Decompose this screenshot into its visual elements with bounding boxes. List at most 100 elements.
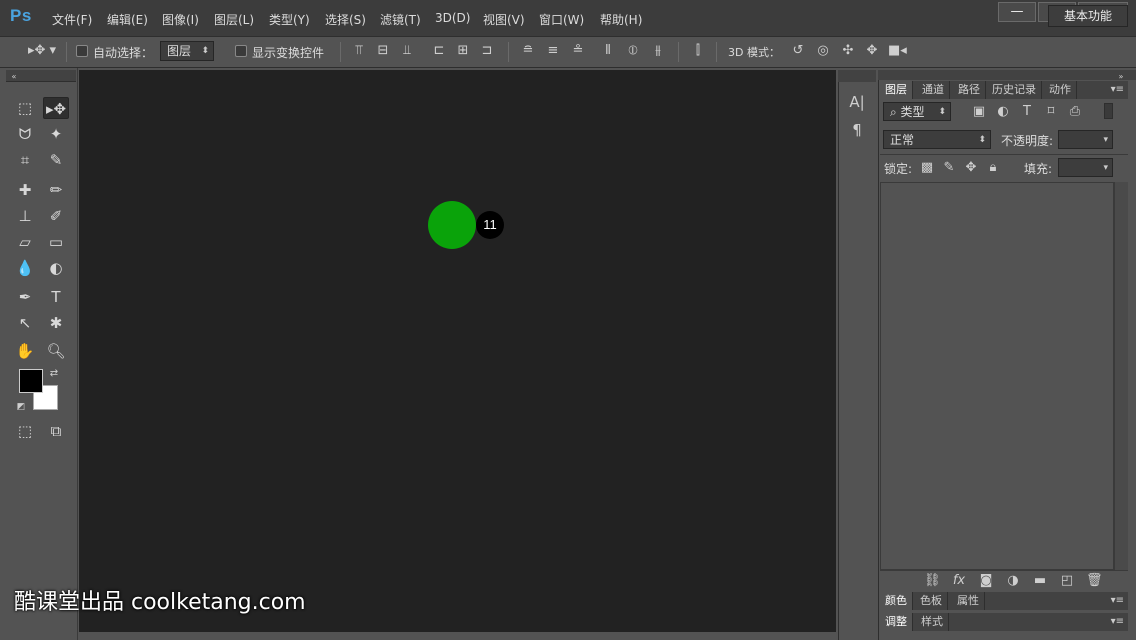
opacity-field[interactable]: ▾: [1058, 130, 1113, 149]
menu-3d[interactable]: 3D(D): [435, 11, 470, 25]
distribute-hcenter-icon[interactable]: ⦶: [625, 44, 641, 58]
shape-tool-icon[interactable]: ✱: [43, 312, 69, 334]
dodge-tool-icon[interactable]: ◐: [43, 257, 69, 279]
lock-image-icon[interactable]: ✎: [942, 161, 956, 175]
history-brush-tool-icon[interactable]: ✐: [43, 205, 69, 227]
tab-properties[interactable]: 属性: [952, 592, 985, 610]
panel-menu-icon[interactable]: ▾≡: [1111, 592, 1124, 610]
tab-layers[interactable]: 图层: [880, 81, 913, 99]
default-colors-icon[interactable]: ◩: [15, 400, 27, 414]
new-group-icon[interactable]: ▬: [1032, 574, 1048, 588]
fill-field[interactable]: ▾: [1058, 158, 1113, 177]
3d-drag-icon[interactable]: ✣: [840, 44, 856, 58]
tab-channels[interactable]: 通道: [917, 81, 950, 99]
pen-tool-icon[interactable]: ✒: [12, 286, 38, 308]
collapsed-dock-header[interactable]: [838, 70, 876, 82]
paragraph-panel-icon[interactable]: ¶: [848, 123, 866, 138]
menu-select[interactable]: 选择(S): [325, 11, 366, 28]
menu-image[interactable]: 图像(I): [162, 11, 199, 28]
add-mask-icon[interactable]: ◙: [978, 574, 994, 588]
right-dock-header[interactable]: [878, 70, 1136, 80]
menu-filter[interactable]: 滤镜(T): [380, 11, 421, 28]
layer-style-fx-icon[interactable]: fx: [951, 574, 967, 588]
menu-help[interactable]: 帮助(H): [600, 11, 642, 28]
healing-brush-tool-icon[interactable]: ✚: [12, 179, 38, 201]
tab-history[interactable]: 历史记录: [987, 81, 1042, 99]
lock-position-icon[interactable]: ✥: [964, 161, 978, 175]
marquee-tool-icon[interactable]: ⬚: [12, 97, 38, 119]
quick-mask-icon[interactable]: ⬚: [12, 420, 38, 442]
blur-tool-icon[interactable]: 💧: [12, 257, 38, 279]
align-right-icon[interactable]: ⊐: [480, 44, 494, 58]
lasso-tool-icon[interactable]: ᗢ: [12, 123, 38, 145]
menu-window[interactable]: 窗口(W): [539, 11, 584, 28]
filter-smartobject-icon[interactable]: ⎙: [1068, 105, 1082, 119]
layers-scrollbar[interactable]: [1114, 182, 1128, 570]
type-tool-icon[interactable]: T: [43, 286, 69, 308]
distribute-top-icon[interactable]: ≘: [520, 44, 536, 58]
distribute-left-icon[interactable]: ⫴: [600, 44, 616, 58]
show-transform-checkbox[interactable]: [235, 45, 247, 57]
align-top-icon[interactable]: ⫪: [352, 44, 366, 58]
collapse-arrows-icon[interactable]: «: [8, 70, 20, 84]
tab-swatches[interactable]: 色板: [915, 592, 948, 610]
workspace-button[interactable]: 基本功能: [1048, 5, 1128, 27]
link-layers-icon[interactable]: ⛓: [924, 574, 941, 588]
new-adjustment-layer-icon[interactable]: ◑: [1005, 574, 1021, 588]
align-bottom-icon[interactable]: ⫫: [400, 44, 414, 58]
3d-rotate-icon[interactable]: ↺: [790, 44, 806, 58]
align-left-icon[interactable]: ⊏: [432, 44, 446, 58]
screen-mode-icon[interactable]: ⧉: [43, 420, 69, 442]
3d-scale-icon[interactable]: ■◂: [888, 44, 907, 58]
panel-menu-icon[interactable]: ▾≡: [1111, 81, 1124, 99]
minimize-button[interactable]: —: [998, 2, 1036, 22]
layers-list[interactable]: [880, 182, 1114, 570]
distribute-vcenter-icon[interactable]: ≡: [545, 44, 561, 58]
menu-file[interactable]: 文件(F): [52, 11, 92, 28]
align-vcenter-icon[interactable]: ⊟: [376, 44, 390, 58]
move-tool-icon[interactable]: ▸✥: [43, 97, 69, 119]
align-hcenter-icon[interactable]: ⊞: [456, 44, 470, 58]
move-tool-preset-icon[interactable]: ▸✥ ▾: [26, 44, 58, 58]
auto-align-icon[interactable]: ⫿: [690, 44, 706, 58]
menu-view[interactable]: 视图(V): [483, 11, 525, 28]
3d-slide-icon[interactable]: ✥: [864, 44, 880, 58]
filter-shape-icon[interactable]: ⌑: [1044, 105, 1058, 119]
foreground-color-swatch[interactable]: [19, 369, 43, 393]
filter-toggle[interactable]: [1104, 103, 1113, 119]
filter-type-icon[interactable]: T: [1020, 105, 1034, 119]
menu-edit[interactable]: 编辑(E): [107, 11, 148, 28]
lock-transparent-icon[interactable]: ▩: [920, 161, 934, 175]
filter-adjustment-icon[interactable]: ◐: [996, 105, 1010, 119]
blend-mode-dropdown[interactable]: 正常 ⬍: [883, 130, 991, 149]
auto-select-dropdown[interactable]: 图层 ⬍: [160, 41, 214, 61]
character-panel-icon[interactable]: A|: [848, 95, 866, 110]
tab-paths[interactable]: 路径: [953, 81, 986, 99]
menu-type[interactable]: 类型(Y): [269, 11, 310, 28]
zoom-tool-icon[interactable]: 🔍︎: [43, 340, 69, 362]
swap-colors-icon[interactable]: ⇄: [48, 367, 60, 381]
hand-tool-icon[interactable]: ✋: [12, 340, 38, 362]
tab-adjustments[interactable]: 调整: [880, 613, 913, 631]
clone-stamp-tool-icon[interactable]: ⊥: [12, 205, 38, 227]
new-layer-icon[interactable]: ◰: [1059, 574, 1075, 588]
delete-layer-icon[interactable]: 🗑︎: [1086, 574, 1103, 588]
tab-styles[interactable]: 样式: [916, 613, 949, 631]
path-selection-tool-icon[interactable]: ↖: [12, 312, 38, 334]
menu-layer[interactable]: 图层(L): [214, 11, 254, 28]
3d-roll-icon[interactable]: ◎: [815, 44, 831, 58]
lock-all-icon[interactable]: 🔒︎: [986, 161, 1000, 175]
panel-menu-icon[interactable]: ▾≡: [1111, 613, 1124, 631]
tab-color[interactable]: 颜色: [880, 592, 913, 610]
auto-select-checkbox[interactable]: [76, 45, 88, 57]
brush-tool-icon[interactable]: ✏: [43, 179, 69, 201]
crop-tool-icon[interactable]: ⌗: [12, 149, 38, 171]
filter-pixel-icon[interactable]: ▣: [972, 105, 986, 119]
eyedropper-tool-icon[interactable]: ✎: [43, 149, 69, 171]
magic-wand-tool-icon[interactable]: ✦: [43, 123, 69, 145]
layer-filter-dropdown[interactable]: ⌕ 类型 ⬍: [883, 102, 951, 121]
distribute-right-icon[interactable]: ⫵: [650, 44, 666, 58]
gradient-tool-icon[interactable]: ▭: [43, 231, 69, 253]
document-canvas[interactable]: [79, 70, 836, 632]
tab-actions[interactable]: 动作: [1044, 81, 1077, 99]
